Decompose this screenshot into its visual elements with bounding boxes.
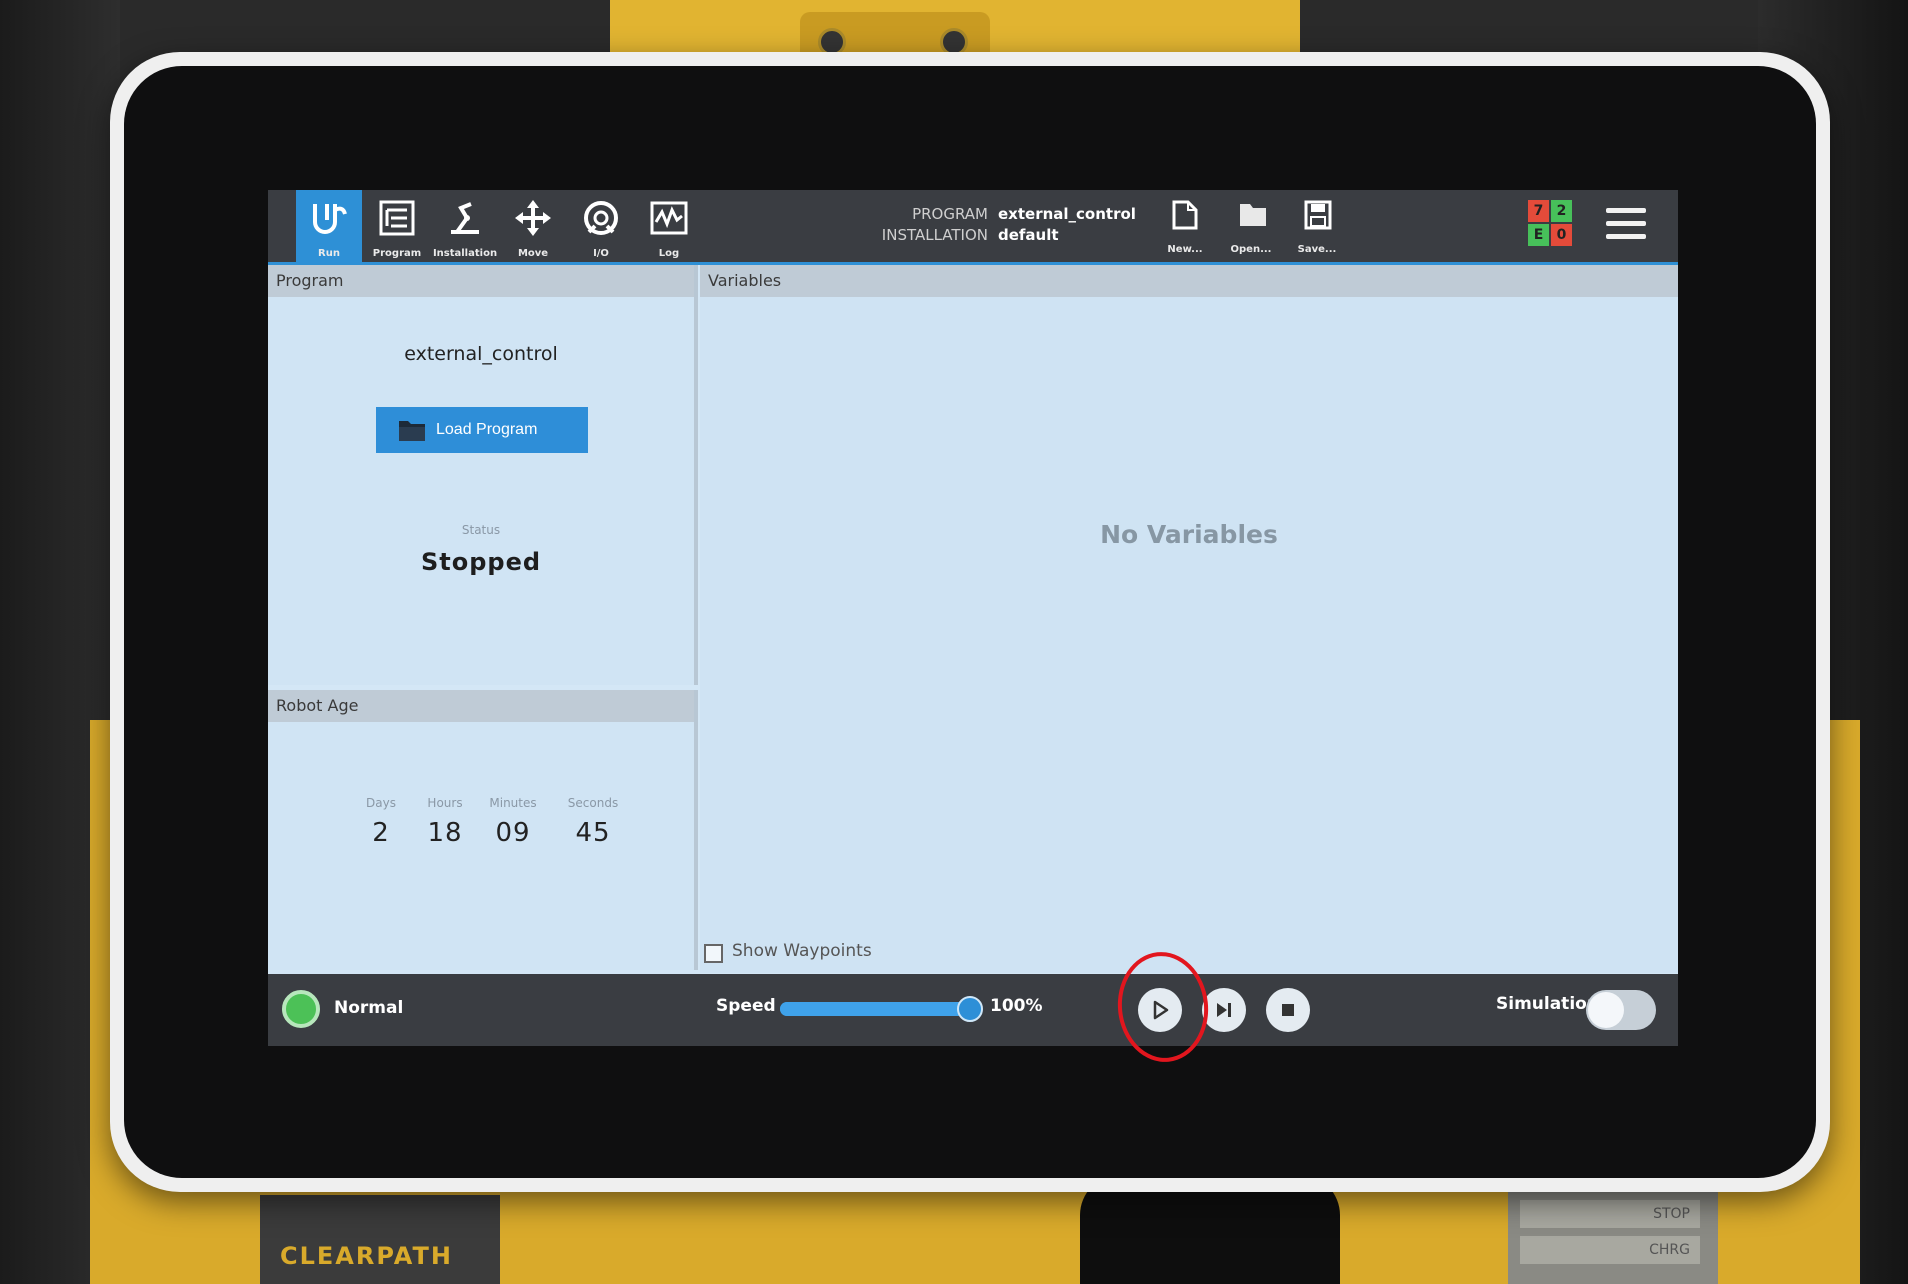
tab-program-label: Program — [372, 248, 422, 259]
speed-slider[interactable] — [780, 1002, 970, 1016]
speed-label: Speed — [716, 996, 776, 1016]
program-label: PROGRAM — [912, 205, 988, 223]
ur-logo-icon — [313, 204, 347, 234]
hours-label: Hours — [427, 796, 463, 810]
chrg-label: CHRG — [1520, 1236, 1700, 1264]
tab-io-label: I/O — [593, 248, 609, 259]
robot-status-indicator[interactable] — [282, 990, 320, 1028]
program-status: Stopped — [420, 548, 542, 576]
top-bar: Run Program Installation Move I/O Log PR… — [268, 190, 1678, 265]
program-panel-header: Program — [268, 265, 694, 297]
program-info-values: external_control default — [998, 204, 1136, 246]
open-folder-icon — [1240, 204, 1266, 226]
save-icon — [1304, 200, 1332, 230]
tab-program[interactable]: Program — [364, 190, 430, 262]
age-minutes: Minutes 09 — [478, 796, 548, 848]
speed-value: 100% — [990, 996, 1043, 1016]
open-button[interactable]: Open... — [1222, 194, 1280, 258]
simulation-toggle-knob — [1588, 992, 1624, 1028]
new-button[interactable]: New... — [1156, 194, 1214, 258]
stop-button[interactable] — [1266, 988, 1310, 1032]
new-file-icon — [1172, 200, 1198, 230]
save-button[interactable]: Save... — [1288, 194, 1346, 258]
brand-plate — [260, 1195, 500, 1284]
folder-icon — [399, 421, 425, 441]
robot-age-panel: Robot Age Days 2 Hours 18 Minutes 09 Sec… — [268, 690, 698, 970]
teach-pendant-screen: Run Program Installation Move I/O Log PR… — [268, 190, 1678, 1046]
variables-panel: Variables No Variables Show Waypoints — [700, 265, 1678, 973]
days-value: 2 — [372, 818, 390, 848]
stop-label: STOP — [1520, 1200, 1700, 1228]
no-variables-text: No Variables — [1100, 520, 1278, 549]
load-program-label: Load Program — [436, 421, 538, 438]
show-waypoints-label: Show Waypoints — [732, 941, 872, 961]
status-caption: Status — [461, 523, 501, 537]
installation-label: INSTALLATION — [881, 226, 988, 244]
simulation-toggle[interactable] — [1586, 990, 1656, 1030]
tab-move-label: Move — [517, 248, 549, 259]
minutes-value: 09 — [495, 818, 531, 848]
new-button-label: New... — [1167, 244, 1203, 255]
play-button[interactable] — [1138, 988, 1182, 1032]
bottom-bar: Normal Speed 100% Simulation — [268, 974, 1678, 1046]
step-button[interactable] — [1202, 988, 1246, 1032]
move-icon — [515, 200, 551, 236]
brand-text: CLEARPATH — [280, 1242, 453, 1270]
installation-value: default — [998, 226, 1059, 244]
speed-slider-handle[interactable] — [957, 996, 983, 1022]
save-button-label: Save... — [1297, 244, 1337, 255]
step-icon — [1217, 1003, 1231, 1017]
minutes-label: Minutes — [489, 796, 537, 810]
tab-installation-label: Installation — [432, 248, 498, 259]
loaded-program-name: external_control — [404, 343, 558, 365]
days-label: Days — [366, 796, 396, 810]
load-program-button[interactable]: Load Program — [376, 407, 588, 453]
robot-mode-label: Normal — [334, 998, 404, 1018]
program-value: external_control — [998, 205, 1136, 223]
age-seconds: Seconds 45 — [558, 796, 628, 848]
program-panel: Program external_control Load Program St… — [268, 265, 698, 685]
tab-log-label: Log — [658, 248, 680, 259]
program-info-labels: PROGRAM INSTALLATION — [848, 204, 988, 246]
tab-run[interactable]: Run — [296, 190, 362, 262]
counter-top-left: 7 — [1528, 200, 1549, 222]
tab-installation[interactable]: Installation — [432, 190, 498, 262]
tab-run-label: Run — [318, 248, 340, 259]
show-waypoints-checkbox[interactable] — [704, 944, 723, 963]
speed-slider-fill — [780, 1002, 970, 1016]
counter-bottom-right: 0 — [1551, 224, 1572, 246]
simulation-label: Simulation — [1496, 994, 1599, 1014]
counter-top-right: 2 — [1551, 200, 1572, 222]
program-icon — [379, 200, 415, 236]
tab-move[interactable]: Move — [500, 190, 566, 262]
hours-value: 18 — [427, 818, 463, 848]
menu-icon[interactable] — [1606, 206, 1646, 242]
stop-icon — [1282, 1004, 1294, 1016]
tab-log[interactable]: Log — [636, 190, 702, 262]
seconds-label: Seconds — [567, 796, 619, 810]
counter-bottom-left: E — [1528, 224, 1549, 246]
tab-io[interactable]: I/O — [568, 190, 634, 262]
log-icon — [650, 201, 688, 235]
io-icon — [584, 201, 618, 235]
open-button-label: Open... — [1230, 244, 1272, 255]
play-icon — [1153, 1000, 1169, 1020]
seconds-value: 45 — [575, 818, 611, 848]
robot-age-header: Robot Age — [268, 690, 694, 722]
age-hours: Hours 18 — [410, 796, 480, 848]
installation-icon — [451, 202, 479, 234]
age-days: Days 2 — [346, 796, 416, 848]
variables-header: Variables — [700, 265, 1678, 297]
status-counters[interactable]: 7 2 E 0 — [1528, 200, 1574, 250]
